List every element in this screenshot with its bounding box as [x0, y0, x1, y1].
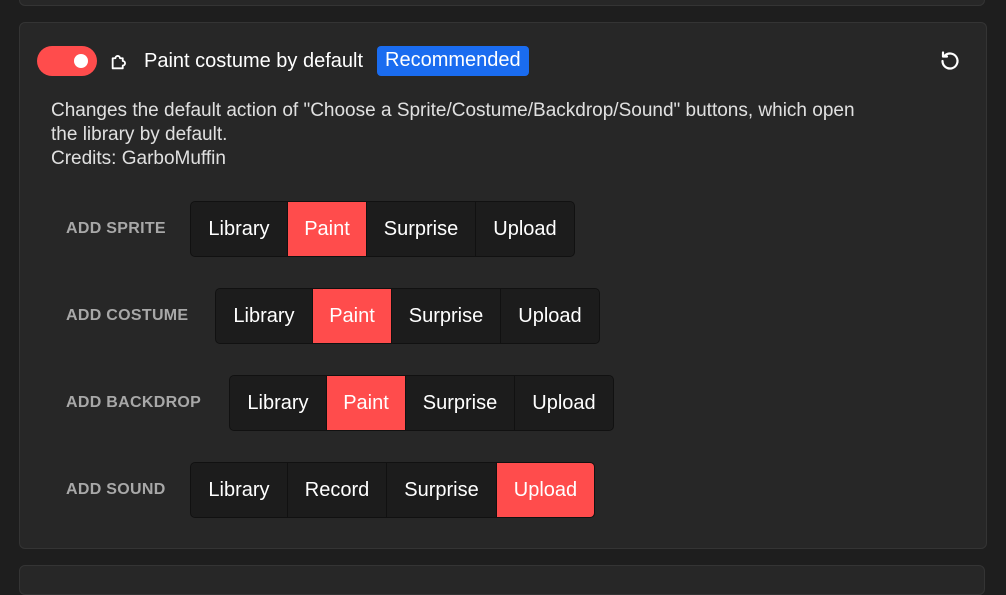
add-sprite-option-upload[interactable]: Upload: [475, 202, 574, 256]
add-sound-option-upload[interactable]: Upload: [496, 463, 594, 517]
next-addon-card: [19, 565, 985, 595]
add-costume-option-paint[interactable]: Paint: [312, 289, 391, 343]
add-sound-option-record[interactable]: Record: [287, 463, 386, 517]
setting-label-add-sound: ADD SOUND: [66, 481, 166, 498]
addon-enable-toggle[interactable]: [37, 46, 97, 76]
description-line: Changes the default action of "Choose a …: [51, 100, 855, 121]
add-sprite-option-paint[interactable]: Paint: [287, 202, 366, 256]
add-backdrop-option-paint[interactable]: Paint: [326, 376, 405, 430]
add-backdrop-option-upload[interactable]: Upload: [514, 376, 613, 430]
add-costume-option-library[interactable]: Library: [216, 289, 312, 343]
addon-header: Paint costume by default Recommended: [37, 45, 529, 77]
add-sprite-option-surprise[interactable]: Surprise: [366, 202, 475, 256]
addon-card-paint-costume: Paint costume by default Recommended Cha…: [19, 22, 987, 549]
add-sprite-selector: Library Paint Surprise Upload: [190, 201, 575, 257]
setting-label-add-costume: ADD COSTUME: [66, 307, 189, 324]
add-sound-option-library[interactable]: Library: [191, 463, 287, 517]
setting-label-add-backdrop: ADD BACKDROP: [66, 394, 202, 411]
add-backdrop-option-surprise[interactable]: Surprise: [405, 376, 514, 430]
add-backdrop-option-library[interactable]: Library: [230, 376, 326, 430]
addon-credits: Credits: GarboMuffin: [51, 148, 226, 169]
add-costume-selector: Library Paint Surprise Upload: [215, 288, 600, 344]
add-costume-option-surprise[interactable]: Surprise: [391, 289, 500, 343]
description-line: the library by default.: [51, 124, 228, 145]
add-sprite-option-library[interactable]: Library: [191, 202, 287, 256]
puzzle-icon: [109, 50, 131, 72]
recommended-badge: Recommended: [377, 46, 529, 76]
add-costume-option-upload[interactable]: Upload: [500, 289, 599, 343]
addon-title: Paint costume by default: [144, 49, 364, 72]
reset-icon[interactable]: [938, 49, 962, 73]
previous-addon-card: [19, 0, 985, 6]
setting-label-add-sprite: ADD SPRITE: [66, 220, 166, 237]
add-sound-selector: Library Record Surprise Upload: [190, 462, 595, 518]
add-sound-option-surprise[interactable]: Surprise: [386, 463, 496, 517]
addon-description: Changes the default action of "Choose a …: [51, 99, 961, 171]
toggle-knob: [74, 54, 88, 68]
add-backdrop-selector: Library Paint Surprise Upload: [229, 375, 614, 431]
